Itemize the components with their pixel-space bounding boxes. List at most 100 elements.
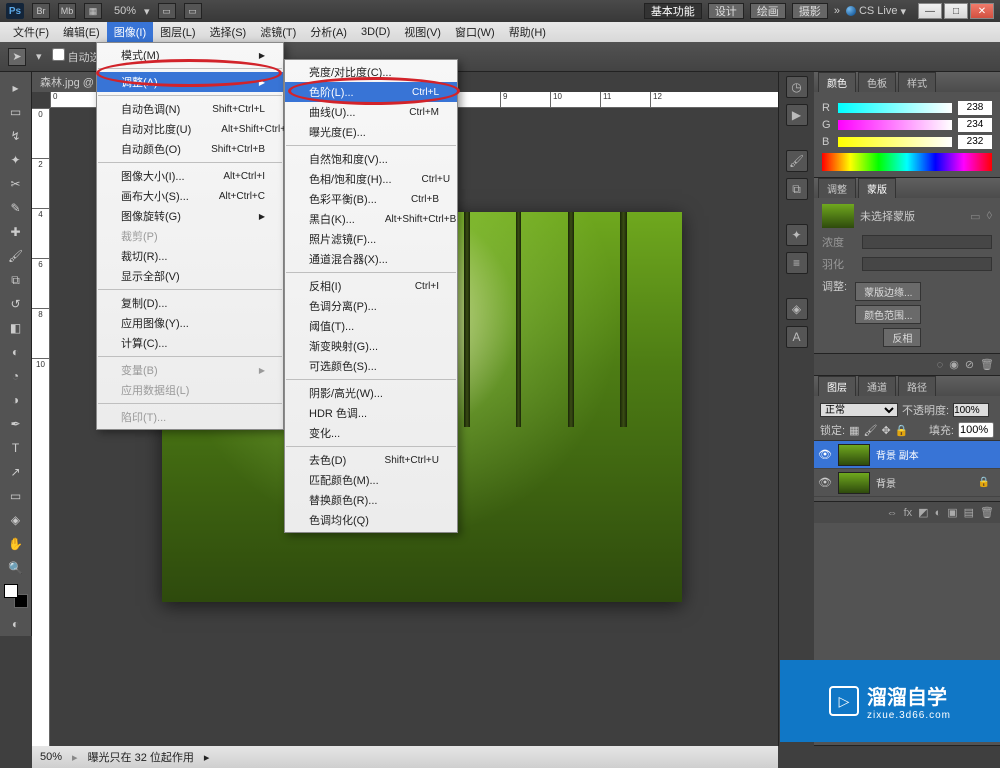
- mi-calculations[interactable]: 计算(C)...: [97, 333, 283, 353]
- menu-3d[interactable]: 3D(D): [354, 22, 397, 42]
- maximize-button[interactable]: □: [944, 3, 968, 19]
- mi-exposure[interactable]: 曝光度(E)...: [285, 122, 457, 142]
- wand-tool-icon[interactable]: ✦: [4, 149, 28, 171]
- mask-mode-icon[interactable]: ◐: [4, 613, 28, 635]
- eraser-tool-icon[interactable]: ◧: [4, 317, 28, 339]
- nav-panel-icon[interactable]: ◈: [786, 298, 808, 320]
- tab-swatches[interactable]: 色板: [858, 72, 896, 92]
- b-slider[interactable]: [838, 137, 952, 147]
- doc-tab[interactable]: 森林.jpg @: [32, 72, 102, 92]
- mi-brightness-contrast[interactable]: 亮度/对比度(C)...: [285, 62, 457, 82]
- mi-levels[interactable]: 色阶(L)...Ctrl+L: [285, 82, 457, 102]
- r-value[interactable]: 238: [958, 101, 992, 115]
- hand-tool-icon[interactable]: ✋: [4, 533, 28, 555]
- pen-tool-icon[interactable]: ✒: [4, 413, 28, 435]
- r-slider[interactable]: [838, 103, 952, 113]
- trash-icon[interactable]: 🗑: [980, 506, 994, 519]
- mi-hdr-toning[interactable]: HDR 色调...: [285, 403, 457, 423]
- mi-black-white[interactable]: 黑白(K)...Alt+Shift+Ctrl+B: [285, 209, 457, 229]
- gradient-tool-icon[interactable]: ◐: [4, 341, 28, 363]
- disable-mask-icon[interactable]: ⊘: [965, 358, 974, 371]
- mi-selective-color[interactable]: 可选颜色(S)...: [285, 356, 457, 376]
- blur-tool-icon[interactable]: ◔: [4, 365, 28, 387]
- apply-mask-icon[interactable]: ◉: [949, 358, 959, 371]
- mi-curves[interactable]: 曲线(U)...Ctrl+M: [285, 102, 457, 122]
- mi-hsl[interactable]: 色相/饱和度(H)...Ctrl+U: [285, 169, 457, 189]
- layer-row-copy[interactable]: 👁 背景 副本: [814, 441, 1000, 469]
- lasso-tool-icon[interactable]: ↯: [4, 125, 28, 147]
- workspace-paint[interactable]: 绘画: [750, 3, 786, 19]
- mi-replace-color[interactable]: 替换颜色(R)...: [285, 490, 457, 510]
- clone-panel-icon[interactable]: ⧉: [786, 178, 808, 200]
- info-panel-icon[interactable]: A: [786, 326, 808, 348]
- menu-window[interactable]: 窗口(W): [448, 22, 502, 42]
- screen-mode-icon[interactable]: ▭: [184, 3, 202, 19]
- tab-masks[interactable]: 蒙版: [858, 178, 896, 198]
- lock-pixels-icon[interactable]: 🖌: [863, 424, 877, 437]
- view-grid-icon[interactable]: ▦: [84, 3, 102, 19]
- menu-file[interactable]: 文件(F): [6, 22, 56, 42]
- zoom-tool-icon[interactable]: 🔍: [4, 557, 28, 579]
- cs-live[interactable]: CS Live ▾: [846, 5, 906, 18]
- heal-tool-icon[interactable]: ✚: [4, 221, 28, 243]
- lock-pos-icon[interactable]: ✥: [881, 424, 890, 437]
- mi-rotate[interactable]: 图像旋转(G)▶: [97, 206, 283, 226]
- menu-analysis[interactable]: 分析(A): [303, 22, 354, 42]
- mi-auto-color[interactable]: 自动颜色(O)Shift+Ctrl+B: [97, 139, 283, 159]
- mi-auto-contrast[interactable]: 自动对比度(U)Alt+Shift+Ctrl+L: [97, 119, 283, 139]
- minimize-button[interactable]: —: [918, 3, 942, 19]
- mi-invert[interactable]: 反相(I)Ctrl+I: [285, 276, 457, 296]
- invert-button[interactable]: 反相: [883, 328, 921, 347]
- vector-mask-icon[interactable]: ◊: [987, 210, 992, 222]
- shape-tool-icon[interactable]: ▭: [4, 485, 28, 507]
- mi-shadows-highlights[interactable]: 阴影/高光(W)...: [285, 383, 457, 403]
- group-icon[interactable]: ▣: [947, 506, 957, 519]
- mi-mode[interactable]: 模式(M)▶: [97, 45, 283, 65]
- tab-color[interactable]: 颜色: [818, 72, 856, 92]
- g-value[interactable]: 234: [958, 118, 992, 132]
- mask-icon[interactable]: ◩: [918, 506, 928, 519]
- g-slider[interactable]: [838, 120, 952, 130]
- menu-filter[interactable]: 滤镜(T): [253, 22, 303, 42]
- move-tool-icon[interactable]: ▸: [4, 77, 28, 99]
- mi-image-size[interactable]: 图像大小(I)...Alt+Ctrl+I: [97, 166, 283, 186]
- delete-mask-icon[interactable]: 🗑: [980, 358, 994, 371]
- layer-row-bg[interactable]: 👁 背景 🔒: [814, 469, 1000, 497]
- menu-view[interactable]: 视图(V): [397, 22, 448, 42]
- mi-apply-image[interactable]: 应用图像(Y)...: [97, 313, 283, 333]
- dodge-tool-icon[interactable]: ◑: [4, 389, 28, 411]
- menu-help[interactable]: 帮助(H): [502, 22, 553, 42]
- tab-layers[interactable]: 图层: [818, 376, 856, 396]
- tab-channels[interactable]: 通道: [858, 376, 896, 396]
- history-brush-icon[interactable]: ↺: [4, 293, 28, 315]
- mi-desaturate[interactable]: 去色(D)Shift+Ctrl+U: [285, 450, 457, 470]
- crop-tool-icon[interactable]: ✂: [4, 173, 28, 195]
- workspace-design[interactable]: 设计: [708, 3, 744, 19]
- spectrum-ramp[interactable]: [822, 153, 992, 171]
- bridge-icon[interactable]: Br: [32, 3, 50, 19]
- b-value[interactable]: 232: [958, 135, 992, 149]
- workspace-photo[interactable]: 摄影: [792, 3, 828, 19]
- lock-all-icon[interactable]: 🔒: [895, 424, 909, 437]
- close-button[interactable]: ✕: [970, 3, 994, 19]
- workspace-basic[interactable]: 基本功能: [644, 3, 702, 19]
- type-tool-icon[interactable]: T: [4, 437, 28, 459]
- auto-select-check[interactable]: 自动选: [52, 48, 101, 65]
- mi-photo-filter[interactable]: 照片滤镜(F)...: [285, 229, 457, 249]
- 3d-tool-icon[interactable]: ◈: [4, 509, 28, 531]
- mi-auto-tone[interactable]: 自动色调(N)Shift+Ctrl+L: [97, 99, 283, 119]
- mi-channel-mixer[interactable]: 通道混合器(X)...: [285, 249, 457, 269]
- mi-trim[interactable]: 裁切(R)...: [97, 246, 283, 266]
- menu-layer[interactable]: 图层(L): [153, 22, 202, 42]
- menu-select[interactable]: 选择(S): [203, 22, 254, 42]
- color-range-button[interactable]: 颜色范围...: [855, 305, 921, 324]
- blend-mode-select[interactable]: 正常: [820, 403, 898, 417]
- view-mode-icon[interactable]: ▭: [158, 3, 176, 19]
- mi-posterize[interactable]: 色调分离(P)...: [285, 296, 457, 316]
- mi-adjustments[interactable]: 调整(A)▶: [97, 72, 283, 92]
- history-panel-icon[interactable]: ◷: [786, 76, 808, 98]
- mi-variations[interactable]: 变化...: [285, 423, 457, 443]
- eyedropper-tool-icon[interactable]: ✎: [4, 197, 28, 219]
- tab-paths[interactable]: 路径: [898, 376, 936, 396]
- mi-threshold[interactable]: 阈值(T)...: [285, 316, 457, 336]
